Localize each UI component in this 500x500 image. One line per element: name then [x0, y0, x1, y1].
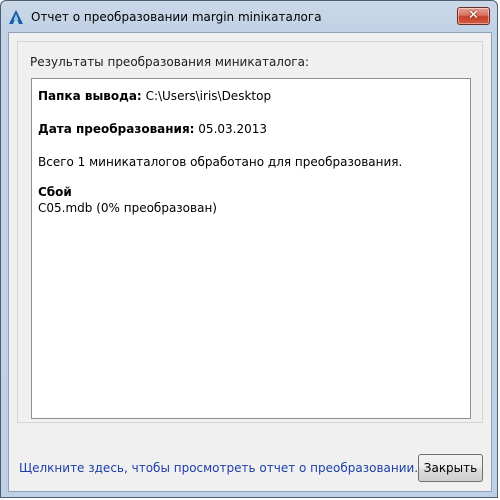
results-group: Результаты преобразования миникаталога: …: [17, 41, 483, 423]
view-report-link[interactable]: Щелкните здесь, чтобы просмотреть отчет …: [19, 461, 418, 475]
report-text-area[interactable]: Папка вывода: C:\Users\iris\Desktop Дата…: [31, 78, 471, 419]
summary-line: Всего 1 миникаталогов обработано для пре…: [38, 155, 403, 169]
close-button[interactable]: Закрыть: [418, 454, 483, 482]
window-close-button[interactable]: ✕: [457, 7, 490, 25]
dialog-client-area: Результаты преобразования миникаталога: …: [8, 32, 492, 492]
failure-heading: Сбой: [38, 185, 72, 199]
output-folder-line: Папка вывода: C:\Users\iris\Desktop: [38, 89, 271, 103]
title-bar[interactable]: Отчет о преобразовании margin miniкатало…: [1, 1, 497, 32]
dialog-window: Отчет о преобразовании margin miniкатало…: [0, 0, 498, 498]
output-folder-value: C:\Users\iris\Desktop: [145, 89, 272, 103]
failure-item: C05.mdb (0% преобразован): [38, 201, 217, 215]
window-title: Отчет о преобразовании margin miniкатало…: [31, 10, 322, 24]
output-folder-label: Папка вывода:: [38, 89, 142, 103]
conversion-date-line: Дата преобразования: 05.03.2013: [38, 122, 267, 136]
autodesk-app-icon: [9, 10, 23, 24]
results-group-label: Результаты преобразования миникаталога:: [30, 55, 310, 69]
close-icon: ✕: [468, 8, 479, 23]
conversion-date-label: Дата преобразования:: [38, 122, 195, 136]
conversion-date-value: 05.03.2013: [198, 122, 268, 136]
